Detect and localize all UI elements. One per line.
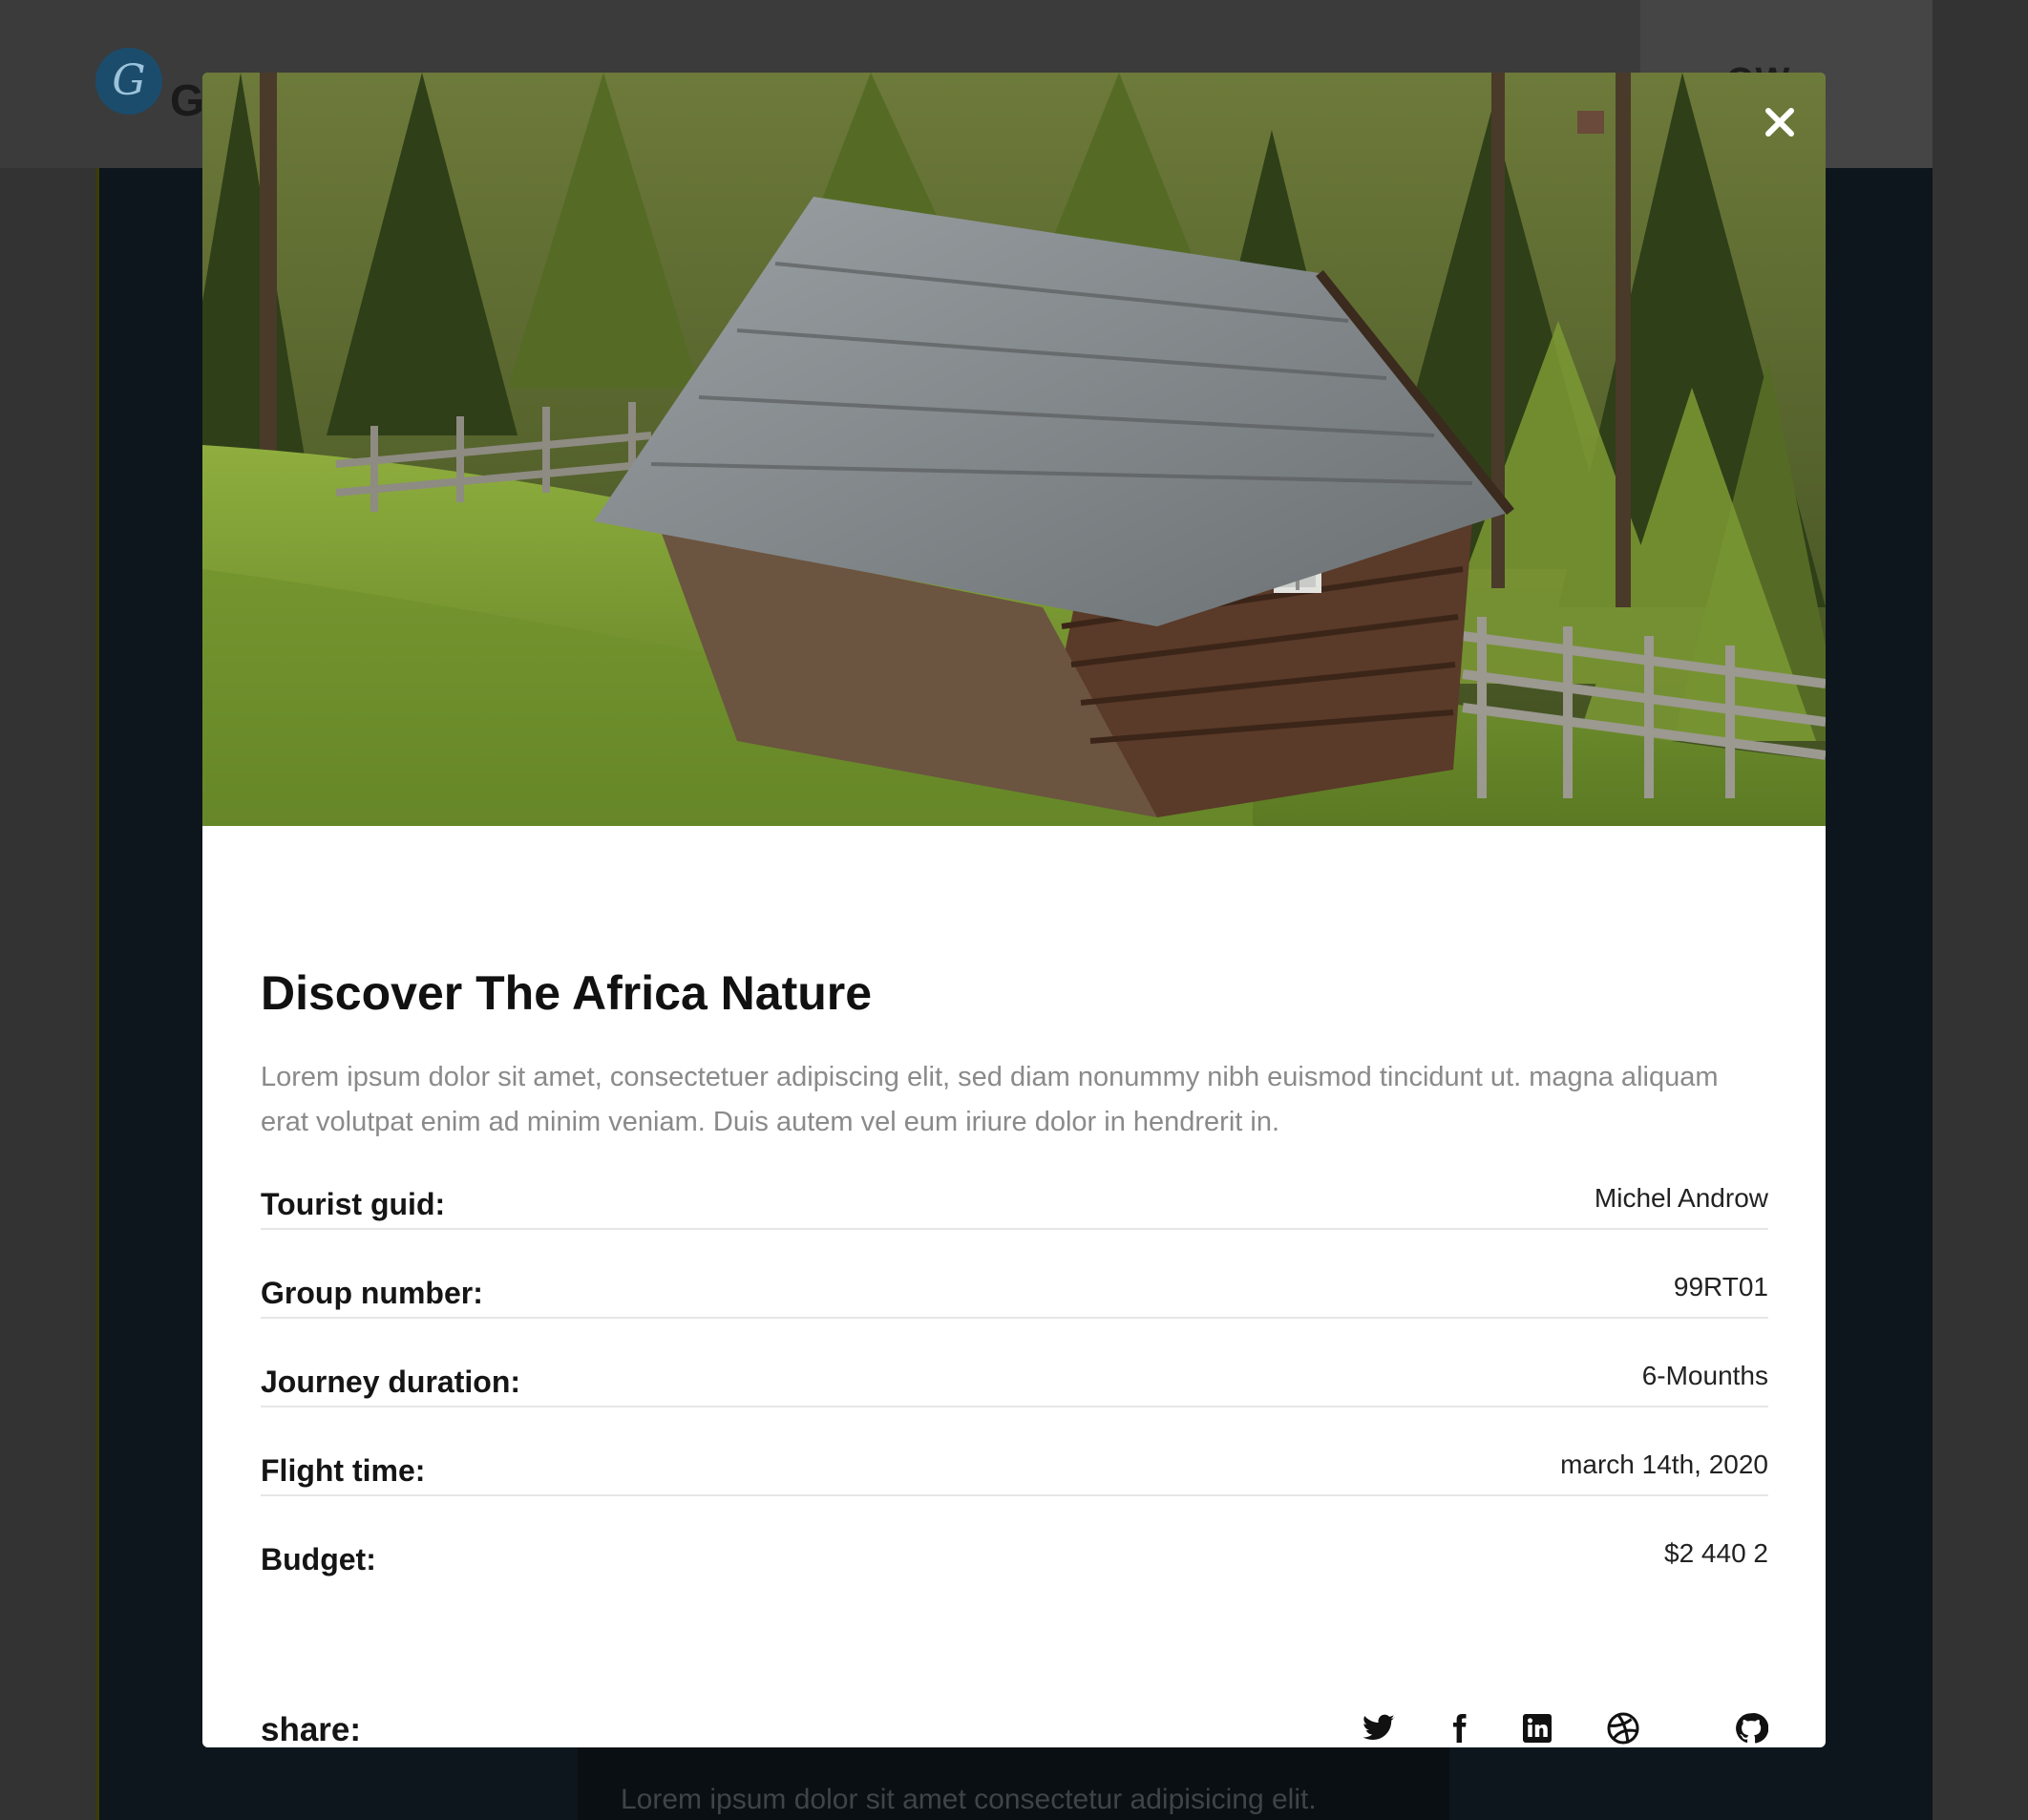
detail-label: Tourist guid: (261, 1187, 446, 1221)
dribbble-icon[interactable] (1606, 1711, 1640, 1746)
detail-value: Michel Androw (1594, 1183, 1768, 1213)
modal-title: Discover The Africa Nature (261, 966, 873, 1020)
cabin-photo (202, 73, 1826, 826)
close-icon (1765, 108, 1794, 137)
detail-value: 6-Mounths (1641, 1361, 1768, 1390)
detail-row-journey-duration: Journey duration: 6-Mounths (261, 1319, 1768, 1407)
detail-row-tourist-guide: Tourist guid: Michel Androw (261, 1141, 1768, 1230)
hero-text: Lorem ipsum dolor sit amet consectetur a… (621, 1784, 1317, 1815)
site-brand-name: G (170, 75, 204, 125)
detail-label: Flight time: (261, 1453, 426, 1488)
tour-details-list: Tourist guid: Michel Androw Group number… (261, 1141, 1768, 1585)
detail-value: $2 440 2 (1664, 1538, 1768, 1568)
twitter-icon[interactable] (1362, 1711, 1396, 1746)
detail-label: Budget: (261, 1542, 376, 1577)
facebook-icon[interactable] (1442, 1711, 1476, 1746)
detail-label: Journey duration: (261, 1365, 521, 1399)
detail-value: march 14th, 2020 (1560, 1450, 1768, 1479)
detail-row-flight-time: Flight time: march 14th, 2020 (261, 1407, 1768, 1496)
site-logo: G (95, 48, 162, 115)
detail-row-group-number: Group number: 99RT01 (261, 1230, 1768, 1319)
share-row: share: (261, 1700, 1768, 1747)
detail-row-budget: Budget: $2 440 2 (261, 1496, 1768, 1585)
github-icon[interactable] (1734, 1711, 1768, 1746)
share-label: share: (261, 1711, 362, 1747)
detail-value: 99RT01 (1673, 1272, 1768, 1302)
tour-details-modal: Discover The Africa Nature Lorem ipsum d… (202, 73, 1826, 1747)
close-button[interactable] (1757, 99, 1803, 145)
detail-label: Group number: (261, 1276, 483, 1310)
linkedin-icon[interactable] (1520, 1711, 1554, 1746)
modal-description: Lorem ipsum dolor sit amet, consectetuer… (261, 1062, 1719, 1137)
